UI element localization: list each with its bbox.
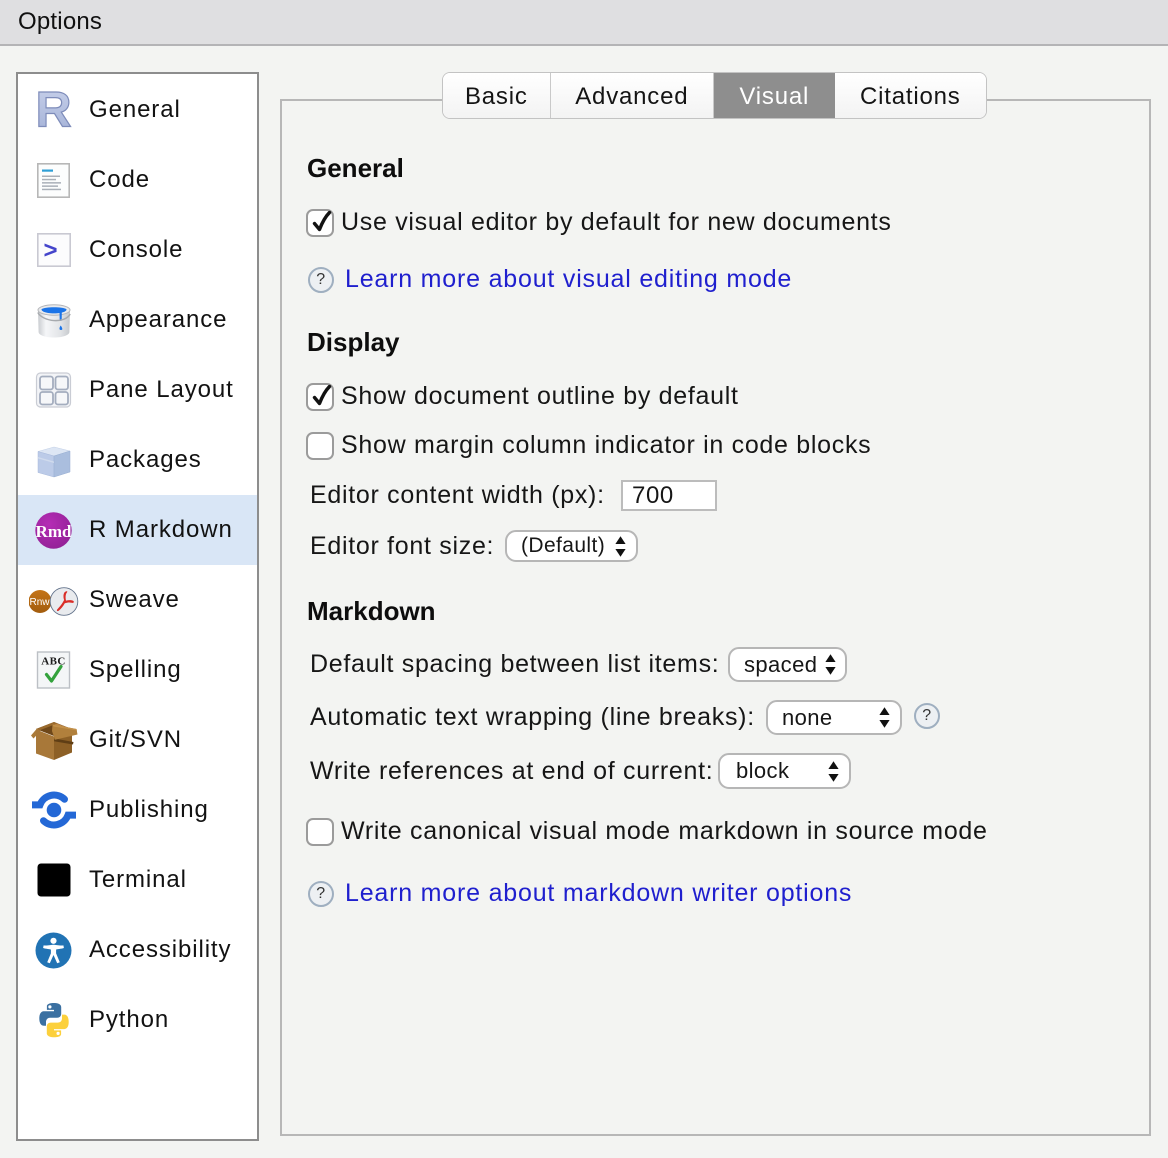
svg-text:R: R xyxy=(35,91,71,129)
svg-text:>: > xyxy=(43,237,57,264)
svg-text:Rmd: Rmd xyxy=(36,522,72,541)
svg-text:Rnw: Rnw xyxy=(29,597,50,608)
